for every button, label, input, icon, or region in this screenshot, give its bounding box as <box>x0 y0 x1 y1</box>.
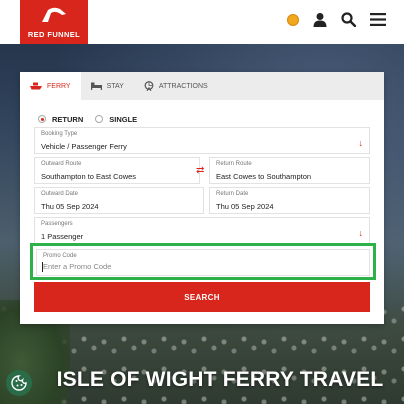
radio-single[interactable]: SINGLE <box>95 115 137 124</box>
booking-tabs: FERRY STAY ATTRACTIONS <box>20 72 384 100</box>
promo-code-field[interactable]: Promo Code <box>36 249 370 276</box>
red-funnel-logo[interactable]: RED FUNNEL <box>20 0 88 44</box>
arrow-down-icon: ↓ <box>358 138 364 148</box>
promo-code-input[interactable] <box>43 262 363 271</box>
user-icon[interactable] <box>313 12 327 27</box>
field-label: Outward Date <box>41 191 79 197</box>
site-header: RED FUNNEL <box>0 0 404 44</box>
bed-icon <box>90 82 102 90</box>
promo-code-highlight: Promo Code <box>30 243 376 280</box>
tab-label: ATTRACTIONS <box>158 82 208 90</box>
radio-circle-selected <box>38 115 46 123</box>
brand-name: RED FUNNEL <box>27 30 81 39</box>
field-value: Southampton to East Cowes <box>41 172 137 181</box>
tab-attractions[interactable]: ATTRACTIONS <box>134 72 218 100</box>
field-value: Thu 05 Sep 2024 <box>41 202 99 211</box>
field-label: Return Date <box>216 191 249 197</box>
ferry-icon <box>30 82 42 90</box>
outward-date-picker[interactable]: Outward Date Thu 05 Sep 2024 <box>34 187 204 214</box>
radio-label: SINGLE <box>109 114 138 124</box>
field-label: Outward Route <box>41 161 82 167</box>
trip-type-selector: RETURN SINGLE <box>20 100 384 128</box>
menu-icon[interactable] <box>370 13 386 26</box>
funnel-logo-icon <box>42 7 66 22</box>
field-label: Promo Code <box>43 253 77 259</box>
tab-label: STAY <box>106 82 124 90</box>
radio-return[interactable]: RETURN <box>38 115 83 124</box>
field-value: 1 Passenger <box>41 232 84 241</box>
field-value: East Cowes to Southampton <box>216 172 312 181</box>
search-button[interactable]: SEARCH <box>34 282 370 312</box>
field-label: Return Route <box>216 161 252 167</box>
radio-label: RETURN <box>52 114 84 124</box>
outward-route-select[interactable]: Outward Route Southampton to East Cowes <box>34 157 200 184</box>
search-icon[interactable] <box>341 12 356 27</box>
return-date-picker[interactable]: Return Date Thu 05 Sep 2024 <box>209 187 370 214</box>
hero-title: ISLE OF WIGHT FERRY TRAVEL <box>56 368 384 391</box>
field-label: Booking Type <box>41 131 78 137</box>
tab-stay[interactable]: STAY <box>81 72 134 100</box>
swap-routes-icon[interactable]: ⇄ <box>196 165 204 176</box>
header-icons <box>287 12 386 27</box>
passengers-select[interactable]: Passengers 1 Passenger ↓ <box>34 217 370 244</box>
booking-type-select[interactable]: Booking Type Vehicle / Passenger Ferry ↓ <box>34 127 370 154</box>
status-dot-icon[interactable] <box>287 13 299 26</box>
field-value: Thu 05 Sep 2024 <box>216 202 274 211</box>
field-value: Vehicle / Passenger Ferry <box>41 142 127 151</box>
tab-label: FERRY <box>47 82 71 90</box>
arrow-down-icon: ↓ <box>358 228 364 238</box>
return-route-select[interactable]: Return Route East Cowes to Southampton <box>209 157 370 184</box>
field-label: Passengers <box>41 221 73 227</box>
radio-circle <box>95 115 104 123</box>
attractions-icon <box>144 81 154 91</box>
tab-ferry[interactable]: FERRY <box>20 72 81 100</box>
